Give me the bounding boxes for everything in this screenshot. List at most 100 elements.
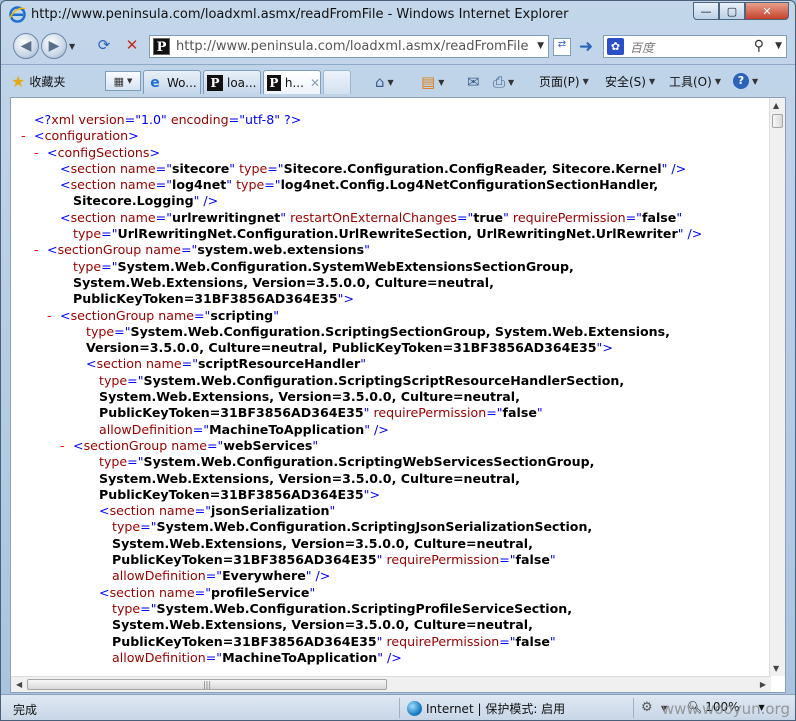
command-tab-bar: ★ 收藏夹 ▦ ▼ e Wo... P loa... P h... ✕ ⌂ ▼ ▤ ▼… xyxy=(1,64,795,96)
xml-line: System.Web.Extensions, Version=3.5.0.0, … xyxy=(21,536,771,552)
read-mail-button[interactable]: ✉ xyxy=(467,73,480,91)
feeds-button[interactable]: ▤ ▼ xyxy=(421,73,444,91)
vertical-scroll-thumb[interactable] xyxy=(772,114,783,128)
popup-blocker-icon[interactable]: ⚙ xyxy=(641,700,653,715)
quick-tabs-button[interactable]: ▦ ▼ xyxy=(105,71,141,91)
xml-line-content: <section name="jsonSerialization" xyxy=(99,503,336,519)
tab-label: h... xyxy=(284,75,304,90)
navigation-bar: ◀ ▶ ▼ ⟳ ✕ P http://www.peninsula.com/loa… xyxy=(1,31,795,63)
print-button[interactable]: ⎙ ▼ xyxy=(493,73,514,91)
stop-icon[interactable]: ✕ xyxy=(121,36,143,58)
xml-line-content: Version=3.5.0.0, Culture=neutral, Public… xyxy=(86,340,613,356)
security-zone[interactable]: Internet | 保护模式: 启用 xyxy=(407,700,565,717)
scroll-up-icon[interactable]: ▲ xyxy=(773,101,779,110)
xml-line: allowDefinition="Everywhere" /> xyxy=(21,568,771,584)
back-button[interactable]: ◀ xyxy=(13,33,39,59)
close-button[interactable]: ✕ xyxy=(745,2,789,20)
favorites-label: 收藏夹 xyxy=(29,74,66,89)
xml-line: type="System.Web.Configuration.SystemWeb… xyxy=(21,259,771,275)
address-dropdown-icon[interactable]: ▼ xyxy=(537,41,544,51)
home-button[interactable]: ⌂ ▼ xyxy=(375,73,394,91)
collapse-toggle[interactable]: - xyxy=(34,145,47,161)
recent-pages-dropdown-icon[interactable]: ▼ xyxy=(69,42,75,51)
scroll-down-icon[interactable]: ▼ xyxy=(773,664,779,673)
internet-globe-icon xyxy=(407,701,422,716)
xml-line: type="UrlRewritingNet.Configuration.UrlR… xyxy=(21,226,771,242)
tab-close-icon[interactable]: ✕ xyxy=(310,76,320,90)
p-favicon-icon: P xyxy=(207,74,223,91)
xml-line-content: System.Web.Extensions, Version=3.5.0.0, … xyxy=(112,535,533,551)
rss-feed-icon: ▤ xyxy=(421,73,436,91)
xml-line-content: allowDefinition="Everywhere" /> xyxy=(112,568,331,584)
xml-line-content: PublicKeyToken=31BF3856AD364E35"> xyxy=(73,291,355,307)
page-menu[interactable]: 页面(P) ▼ xyxy=(539,73,589,90)
refresh-icon[interactable]: ⟳ xyxy=(93,36,115,58)
safety-menu-label: 安全(S) xyxy=(605,75,646,89)
xml-line-content: PublicKeyToken=31BF3856AD364E35" require… xyxy=(112,633,556,649)
xml-line: PublicKeyToken=31BF3856AD364E35" require… xyxy=(21,634,771,650)
title-bar[interactable]: http://www.peninsula.com/loadxml.asmx/re… xyxy=(1,1,795,29)
collapse-toggle[interactable]: - xyxy=(34,242,47,258)
tab-label: Wo... xyxy=(167,75,197,90)
search-input[interactable]: 百度 xyxy=(630,39,654,56)
xml-line-content: <section name="urlrewritingnet" restartO… xyxy=(60,209,683,225)
xml-line-content: <section name="log4net" type="log4net.Co… xyxy=(60,177,659,193)
search-icon[interactable]: ⚲ xyxy=(754,38,764,54)
quick-tabs-grid-icon: ▦ xyxy=(113,74,124,88)
safety-menu[interactable]: 安全(S) ▼ xyxy=(605,73,655,90)
horizontal-scrollbar[interactable]: ◀ ||| ▶ xyxy=(11,676,771,692)
xml-line-content: <section name="sitecore" type="Sitecore.… xyxy=(60,160,687,176)
xml-line-content: <sectionGroup name="webServices" xyxy=(73,437,319,453)
site-favicon-icon: P xyxy=(153,38,170,55)
xml-line: PublicKeyToken=31BF3856AD364E35"> xyxy=(21,487,771,503)
go-arrow-icon[interactable]: ➜ xyxy=(575,37,597,57)
collapse-toggle[interactable]: - xyxy=(60,438,73,454)
xml-line: <section name="log4net" type="log4net.Co… xyxy=(21,177,771,193)
quick-tabs-dropdown-icon: ▼ xyxy=(127,77,133,85)
maximize-button[interactable]: ▢ xyxy=(719,2,745,20)
tab-3-active[interactable]: P h... ✕ xyxy=(263,70,321,94)
xml-line: allowDefinition="MachineToApplication" /… xyxy=(21,422,771,438)
address-bar[interactable]: P http://www.peninsula.com/loadxml.asmx/… xyxy=(149,35,549,58)
xml-line-content: Sitecore.Logging" /> xyxy=(73,193,219,209)
mail-icon: ✉ xyxy=(467,73,480,91)
xml-line: <section name="urlrewritingnet" restartO… xyxy=(21,210,771,226)
search-box[interactable]: ✿ 百度 ⚲ ▼ xyxy=(603,35,787,58)
xml-document: <?xml version="1.0" encoding="utf-8" ?> -… xyxy=(11,98,771,676)
vertical-scrollbar[interactable]: ▲ ▼ xyxy=(769,98,785,676)
xml-line: System.Web.Extensions, Version=3.5.0.0, … xyxy=(21,471,771,487)
status-text: 完成 xyxy=(13,703,38,717)
tab-1[interactable]: e Wo... xyxy=(143,70,201,94)
collapse-toggle[interactable]: - xyxy=(47,308,60,324)
scroll-left-icon[interactable]: ◀ xyxy=(16,680,22,689)
xml-line: Version=3.5.0.0, Culture=neutral, Public… xyxy=(21,340,771,356)
minimize-button[interactable]: — xyxy=(693,2,719,20)
compatibility-view-icon[interactable]: ⇄ xyxy=(553,38,571,56)
window-title: http://www.peninsula.com/loadxml.asmx/re… xyxy=(31,7,569,22)
xml-line-content: type="System.Web.Configuration.Scripting… xyxy=(86,323,670,339)
favorites-button[interactable]: ★ 收藏夹 xyxy=(11,70,65,92)
status-divider xyxy=(399,698,400,718)
tools-menu[interactable]: 工具(O) ▼ xyxy=(669,73,721,90)
xml-line-content: type="System.Web.Configuration.SystemWeb… xyxy=(73,258,574,274)
watermark: www.wooyun.org xyxy=(661,700,790,718)
new-tab-button[interactable] xyxy=(323,70,351,94)
xml-line-content: type="System.Web.Configuration.Scripting… xyxy=(112,519,593,535)
xml-line-content: <section name="profileService" xyxy=(99,584,316,600)
help-icon: ? xyxy=(733,73,749,89)
scroll-right-icon[interactable]: ▶ xyxy=(760,680,766,689)
xml-line: <section name="scriptResourceHandler" xyxy=(21,356,771,372)
search-options-dropdown-icon[interactable]: ▼ xyxy=(775,41,782,51)
zone-label: Internet | 保护模式: 启用 xyxy=(426,702,566,716)
help-button[interactable]: ? ▼ xyxy=(733,73,758,89)
xml-line-content: PublicKeyToken=31BF3856AD364E35" require… xyxy=(99,405,543,421)
horizontal-scroll-thumb[interactable]: ||| xyxy=(27,679,387,690)
forward-button[interactable]: ▶ xyxy=(41,33,67,59)
ie-logo-icon xyxy=(9,6,26,23)
xml-line: System.Web.Extensions, Version=3.5.0.0, … xyxy=(21,617,771,633)
xml-line: PublicKeyToken=31BF3856AD364E35" require… xyxy=(21,552,771,568)
collapse-toggle[interactable]: - xyxy=(21,128,34,144)
xml-line: - <sectionGroup name="webServices" xyxy=(21,438,771,454)
tab-2[interactable]: P loa... xyxy=(203,70,261,94)
address-input[interactable]: http://www.peninsula.com/loadxml.asmx/re… xyxy=(176,39,528,54)
